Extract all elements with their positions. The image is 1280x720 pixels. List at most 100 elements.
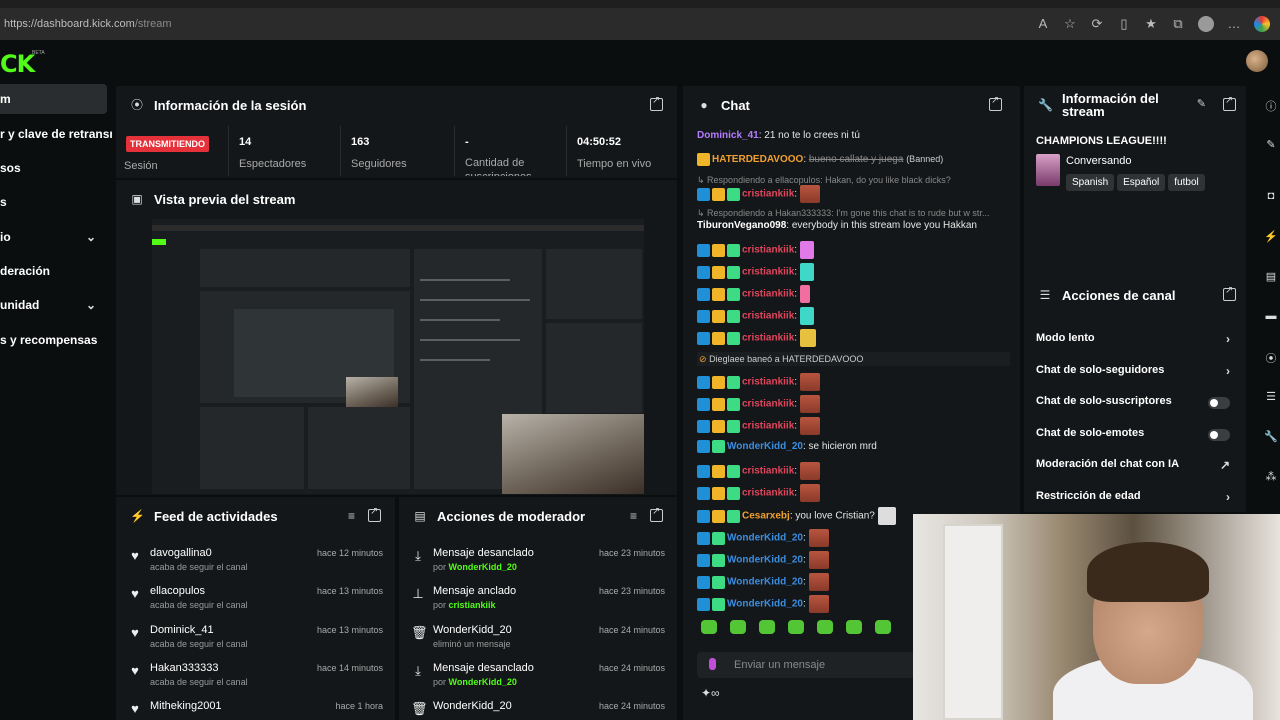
chat-message[interactable]: cristiankiik: bbox=[697, 285, 1010, 303]
heart-icon: ♥ bbox=[131, 586, 139, 601]
expand-icon[interactable] bbox=[1223, 95, 1236, 111]
favorite-star-icon[interactable]: ☆ bbox=[1063, 17, 1077, 31]
live-badge: TRANSMITIENDO bbox=[126, 136, 209, 152]
session-info-title: Información de la sesión bbox=[154, 97, 307, 113]
heart-icon: ♥ bbox=[131, 625, 139, 640]
unpin-icon: ⤓ bbox=[415, 663, 421, 678]
chat-message[interactable]: cristiankiik: bbox=[697, 185, 1010, 203]
edit-icon[interactable]: ✎ bbox=[1264, 138, 1278, 151]
chat-message[interactable]: cristiankiik: bbox=[697, 484, 1010, 502]
document-icon[interactable]: ▤ bbox=[1264, 270, 1278, 283]
feed-row: ♥ Dominick_41 acaba de seguir el canal hac… bbox=[116, 621, 395, 659]
split-screen-icon[interactable]: ▯ bbox=[1117, 17, 1131, 31]
chevron-right-icon: › bbox=[1226, 332, 1230, 346]
stat-followers: 163 Seguidores bbox=[340, 126, 454, 176]
slow-mode-row[interactable]: Modo lento › bbox=[1036, 332, 1234, 352]
chat-message[interactable]: HATERDEDAVOOO: bueno callate y juega (Ba… bbox=[697, 152, 1010, 167]
heart-icon: ♥ bbox=[131, 548, 139, 563]
tag[interactable]: Español bbox=[1117, 174, 1166, 191]
chat-message[interactable]: cristiankiik: bbox=[697, 462, 1010, 480]
feed-row: ♥ davogallina0 acaba de seguir el canal ha… bbox=[116, 544, 395, 582]
emotes-only-toggle[interactable] bbox=[1208, 429, 1230, 441]
followers-only-row[interactable]: Chat de solo-seguidores › bbox=[1036, 364, 1234, 384]
mic-icon bbox=[709, 658, 716, 670]
expand-icon[interactable] bbox=[650, 95, 663, 111]
chat-message[interactable]: cristiankiik: bbox=[697, 417, 1010, 435]
pin-icon: ⊥ bbox=[412, 586, 424, 601]
kick-logo[interactable]: CK bbox=[0, 50, 35, 78]
browser-tab-strip[interactable] bbox=[0, 0, 1280, 8]
sidebar-item-rewards[interactable]: s y recompensas bbox=[0, 325, 112, 355]
chat-message[interactable]: TiburonVegano098: everybody in this stre… bbox=[697, 219, 1010, 233]
webcam-overlay bbox=[913, 514, 1280, 720]
profile-avatar-icon[interactable] bbox=[1198, 16, 1214, 32]
sidebar-item-community[interactable]: unidad ⌄ bbox=[0, 290, 112, 320]
tag[interactable]: Spanish bbox=[1066, 174, 1115, 191]
broadcast-icon[interactable]: ⦿ bbox=[1264, 350, 1278, 366]
age-restriction-row[interactable]: Restricción de edad › bbox=[1036, 490, 1234, 510]
user-avatar[interactable] bbox=[1246, 50, 1268, 72]
more-icon[interactable]: ⁂ bbox=[1264, 470, 1278, 483]
filter-icon[interactable]: ≡ bbox=[348, 509, 355, 523]
sidebar-item-stream-key[interactable]: r y clave de retransmi bbox=[0, 119, 112, 149]
sidebar-item-moderation[interactable]: deración bbox=[0, 256, 112, 286]
chat-message[interactable]: cristiankiik: bbox=[697, 329, 1010, 347]
copilot-icon[interactable] bbox=[1254, 16, 1270, 32]
activity-feed-panel: ⚡ Feed de actividades ≡ ♥ davogallina0ac… bbox=[116, 497, 395, 720]
wrench-icon[interactable]: 🔧 bbox=[1264, 430, 1278, 443]
chat-message[interactable]: Dominick_41: 21 no te lo crees ni tú bbox=[697, 129, 1010, 143]
category-thumbnail[interactable] bbox=[1036, 154, 1060, 186]
emotes-only-row: Chat de solo-emotes bbox=[1036, 427, 1234, 447]
preview-icon: ▣ bbox=[131, 192, 143, 206]
extensions-icon[interactable]: ⟳ bbox=[1090, 17, 1104, 31]
more-options-icon[interactable]: … bbox=[1227, 17, 1241, 31]
trash-icon: 🗑 bbox=[411, 701, 428, 716]
sidebar-item-stream[interactable]: m bbox=[0, 84, 107, 114]
right-rail: ⓘ ✎ ◘ ⚡ ▤ ▬ ⦿ ☰ 🔧 ⁂ bbox=[1256, 82, 1280, 502]
sidebar-item-audio[interactable]: io ⌄ bbox=[0, 222, 112, 252]
url-text[interactable]: https://dashboard.kick.com/stream bbox=[4, 18, 172, 30]
camera-icon[interactable]: ◘ bbox=[1264, 190, 1278, 202]
edit-icon[interactable]: ✎ bbox=[1197, 97, 1206, 110]
chat-message[interactable]: cristiankiik: bbox=[697, 395, 1010, 413]
mod-row: 🗑 WonderKidd_20 hace 24 minutos bbox=[411, 700, 665, 716]
filter-icon[interactable]: ≡ bbox=[630, 509, 637, 523]
emote-icon bbox=[759, 620, 775, 634]
chat-bubble-icon[interactable]: ▬ bbox=[1264, 310, 1278, 322]
ban-notice: ⊘ Dieglaee baneó a HATERDEDAVOOO bbox=[697, 352, 1010, 366]
stat-uptime: 04:50:52 Tiempo en vivo bbox=[566, 126, 674, 176]
chat-message[interactable]: cristiankiik: bbox=[697, 263, 1010, 281]
lightning-icon[interactable]: ⚡ bbox=[1264, 230, 1278, 243]
favorites-icon[interactable]: ★ bbox=[1144, 17, 1158, 31]
list-icon[interactable]: ☰ bbox=[1264, 390, 1278, 403]
preview-title: Vista previa del stream bbox=[154, 191, 296, 207]
chat-message[interactable]: cristiankiik: bbox=[697, 307, 1010, 325]
sidebar-item-videos[interactable]: s bbox=[0, 187, 112, 217]
chat-message[interactable]: cristiankiik: bbox=[697, 373, 1010, 391]
expand-icon[interactable] bbox=[368, 506, 381, 522]
emote-quickbar[interactable] bbox=[701, 620, 891, 634]
ai-moderation-row[interactable]: Moderación del chat con IA ↗ bbox=[1036, 458, 1234, 478]
chat-message[interactable]: WonderKidd_20: se hicieron mrd bbox=[697, 440, 1010, 454]
expand-icon[interactable] bbox=[650, 506, 663, 522]
chat-input[interactable]: Enviar un mensaje bbox=[697, 652, 925, 678]
read-aloud-icon[interactable]: A bbox=[1036, 17, 1050, 31]
sidebar-item-resources[interactable]: sos bbox=[0, 153, 112, 183]
session-info-panel: ⦿ Información de la sesión TRANSMITIENDO… bbox=[116, 86, 677, 178]
lightning-icon: ⚡ bbox=[130, 509, 145, 523]
address-bar[interactable]: https://dashboard.kick.com/stream A ☆ ⟳ … bbox=[0, 8, 1280, 40]
chat-message[interactable]: cristiankiik: bbox=[697, 241, 1010, 259]
expand-icon[interactable] bbox=[1223, 285, 1236, 301]
tag[interactable]: futbol bbox=[1168, 174, 1205, 191]
webcam-background bbox=[943, 524, 1003, 720]
webcam-person bbox=[1087, 542, 1209, 602]
emote-icon bbox=[875, 620, 891, 634]
chat-settings-icon[interactable]: ✦∞ bbox=[701, 686, 720, 700]
info-icon[interactable]: ⓘ bbox=[1264, 98, 1278, 114]
subscribers-only-toggle[interactable] bbox=[1208, 397, 1230, 409]
collections-icon[interactable]: ⧉ bbox=[1171, 17, 1185, 31]
stream-preview-video[interactable] bbox=[152, 219, 644, 494]
chevron-right-icon: › bbox=[1226, 490, 1230, 504]
expand-icon[interactable] bbox=[989, 95, 1002, 111]
category-name[interactable]: Conversando bbox=[1066, 155, 1131, 167]
